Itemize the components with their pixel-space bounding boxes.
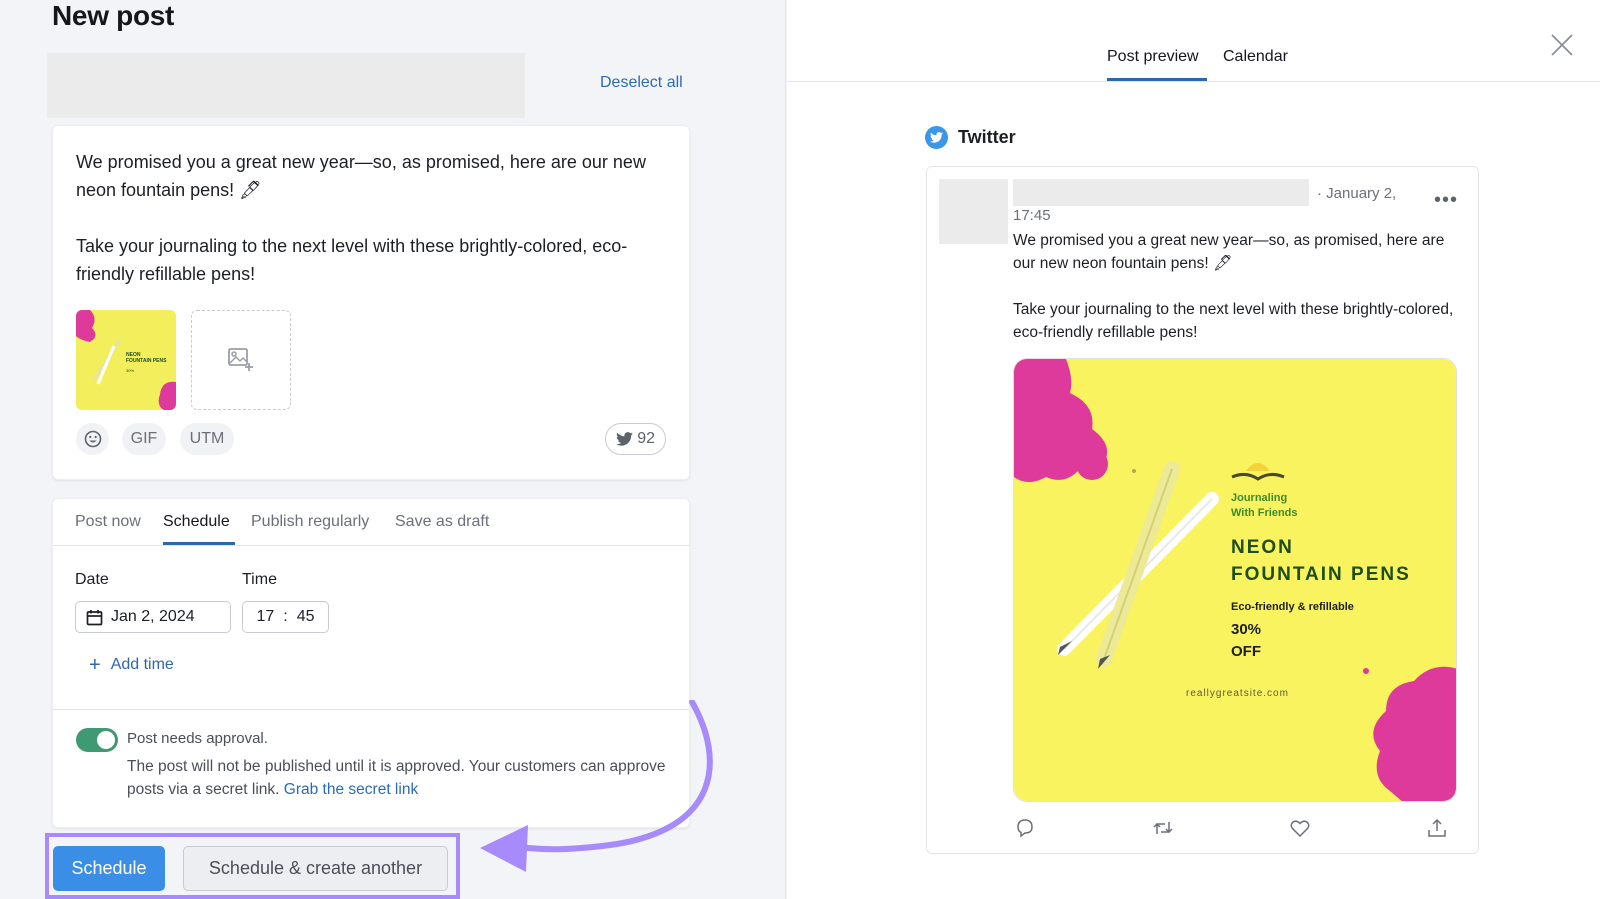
- emoji-icon: [84, 430, 101, 448]
- time-minutes[interactable]: 45: [297, 608, 315, 626]
- tab-calendar[interactable]: Calendar: [1223, 48, 1288, 66]
- utm-button[interactable]: UTM: [180, 423, 234, 455]
- tab-post-now[interactable]: Post now: [75, 513, 141, 531]
- tweet-text: We promised you a great new year—so, as …: [1013, 232, 1454, 341]
- poster-discount2: OFF: [1231, 643, 1261, 660]
- date-value: Jan 2, 2024: [111, 608, 195, 625]
- tweet-image[interactable]: Journaling With Friends NEON FOUNTAIN PE…: [1013, 358, 1457, 802]
- account-name-placeholder: [1013, 179, 1309, 206]
- post-text-editor[interactable]: We promised you a great new year—so, as …: [76, 148, 666, 288]
- avatar: [939, 179, 1008, 244]
- approval-toggle[interactable]: [76, 728, 118, 752]
- poster-brand-line2: With Friends: [1231, 507, 1298, 519]
- emoji-button[interactable]: [76, 423, 109, 455]
- active-preview-tab-indicator: [1107, 78, 1207, 81]
- approval-title: Post needs approval.: [127, 730, 268, 747]
- reply-icon[interactable]: [1014, 817, 1036, 839]
- poster-site: reallygreatsite.com: [1186, 688, 1289, 699]
- time-hours[interactable]: 17: [256, 608, 274, 626]
- preview-tabs: Post preview Calendar: [787, 0, 1600, 82]
- network-header: Twitter: [925, 126, 1016, 149]
- svg-text:FOUNTAIN PENS: FOUNTAIN PENS: [126, 358, 167, 364]
- toggle-knob: [97, 731, 115, 749]
- time-separator: :: [283, 608, 288, 625]
- twitter-bird-icon: [616, 432, 634, 446]
- account-selector[interactable]: [47, 53, 525, 118]
- tab-schedule[interactable]: Schedule: [163, 513, 230, 531]
- retweet-icon[interactable]: [1152, 817, 1174, 839]
- network-name: Twitter: [958, 127, 1016, 147]
- share-icon[interactable]: [1426, 817, 1448, 839]
- add-time-button[interactable]: + Add time: [89, 654, 174, 676]
- time-picker[interactable]: 17 : 45: [242, 601, 329, 633]
- tweet-preview: · January 2, 17:45 ••• We promised you a…: [926, 166, 1479, 854]
- poster-image: Journaling With Friends NEON FOUNTAIN PE…: [1014, 359, 1456, 801]
- annotation-arrow: [480, 700, 713, 872]
- grab-secret-link[interactable]: Grab the secret link: [284, 781, 418, 798]
- calendar-icon: [86, 609, 103, 625]
- character-count: 92: [637, 430, 655, 447]
- post-composer: We promised you a great new year—so, as …: [52, 125, 690, 480]
- character-counter: 92: [605, 423, 666, 455]
- svg-text:30%: 30%: [126, 368, 134, 373]
- like-icon[interactable]: [1289, 817, 1311, 839]
- poster-headline2: FOUNTAIN PENS: [1231, 564, 1411, 585]
- date-label: Date: [75, 571, 109, 588]
- active-tab-indicator: [163, 542, 235, 545]
- plus-icon: +: [89, 654, 101, 676]
- schedule-button[interactable]: Schedule: [53, 846, 165, 891]
- tab-publish-regularly[interactable]: Publish regularly: [251, 513, 369, 531]
- page-title: New post: [52, 0, 175, 31]
- tab-save-as-draft[interactable]: Save as draft: [395, 513, 489, 531]
- poster-brand-line1: Journaling: [1231, 492, 1287, 504]
- deselect-all-link[interactable]: Deselect all: [600, 74, 683, 92]
- date-picker[interactable]: Jan 2, 2024: [75, 601, 231, 633]
- schedule-and-create-another-button[interactable]: Schedule & create another: [183, 846, 448, 891]
- poster-thumbnail-image: NEON FOUNTAIN PENS 30%: [76, 310, 176, 410]
- gif-button[interactable]: GIF: [122, 423, 166, 455]
- time-label: Time: [242, 571, 277, 588]
- add-time-label: Add time: [110, 656, 174, 673]
- close-icon[interactable]: [1550, 33, 1574, 57]
- add-media-button[interactable]: [191, 310, 291, 410]
- more-options-icon[interactable]: •••: [1434, 189, 1458, 212]
- add-image-icon: [228, 348, 253, 371]
- poster-tagline: Eco-friendly & refillable: [1231, 601, 1354, 613]
- preview-panel: Post preview Calendar Twitter · January …: [787, 0, 1600, 899]
- tweet-date: · January 2,: [1317, 185, 1397, 202]
- tweet-time: 17:45: [1013, 207, 1051, 224]
- tab-post-preview[interactable]: Post preview: [1107, 48, 1199, 66]
- poster-headline1: NEON: [1231, 537, 1294, 558]
- poster-discount1: 30%: [1231, 621, 1261, 638]
- twitter-logo-icon: [925, 126, 948, 149]
- publish-mode-tabs: Post now Schedule Publish regularly Save…: [53, 499, 689, 546]
- media-thumbnail[interactable]: NEON FOUNTAIN PENS 30%: [76, 310, 176, 410]
